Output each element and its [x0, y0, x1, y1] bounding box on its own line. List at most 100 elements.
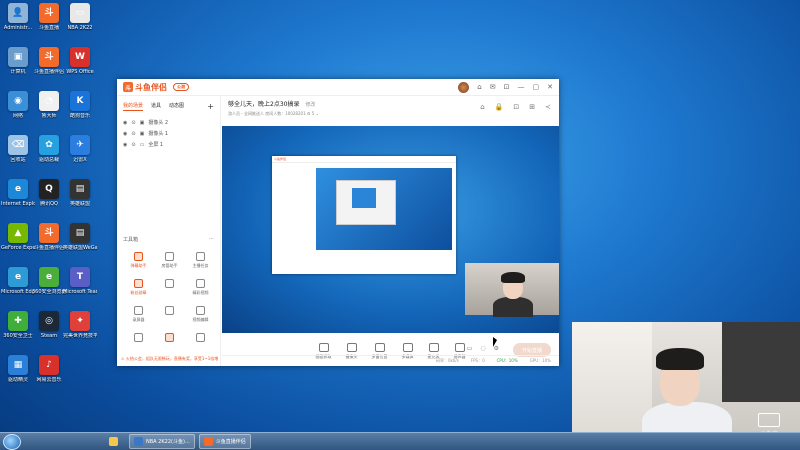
- toolbox-item[interactable]: 弹幕助手: [123, 252, 154, 269]
- app-icon: ⌫: [8, 135, 28, 155]
- desktop-icon-label: Microsoft Edge: [1, 289, 35, 295]
- toolbox-item[interactable]: [154, 279, 185, 296]
- lock-icon[interactable]: ⊙: [131, 131, 135, 137]
- desktop-icon[interactable]: e Microsoft Edge: [1, 267, 35, 295]
- monitor-icon: ▭: [139, 141, 145, 148]
- room-toolbar: ⌂ 🔒 ⊡ ⊞ ≺: [480, 103, 551, 111]
- add-scene-icon[interactable]: +: [207, 102, 214, 111]
- desktop-icon[interactable]: ▤ 英雄联盟: [63, 179, 97, 207]
- toolbox-item[interactable]: 房管助手: [154, 252, 185, 269]
- tab-animations[interactable]: 动态图: [169, 102, 184, 111]
- desktop-icon[interactable]: ▭ NBA 2K22: [63, 3, 97, 31]
- tab-my-scenes[interactable]: 我的场景: [123, 102, 144, 111]
- start-button[interactable]: [3, 433, 21, 450]
- desktop-icon[interactable]: ▣ 计算机: [1, 47, 35, 75]
- desktop-icon[interactable]: ◉ 网络: [1, 91, 35, 119]
- tool-label: 房管助手: [161, 263, 178, 268]
- share-icon[interactable]: ≺: [545, 103, 551, 111]
- home-icon[interactable]: ⌂: [477, 83, 481, 91]
- toolbox-item[interactable]: 视频编辑: [185, 306, 216, 323]
- desktop-icon[interactable]: e Internet Explorer: [1, 179, 35, 207]
- toolbox-item[interactable]: [154, 333, 185, 344]
- taskbar-button[interactable]: NBA 2K22(斗鱼)...: [129, 434, 195, 449]
- taskbar-button[interactable]: 斗鱼直播伴侣: [198, 434, 251, 449]
- eye-icon[interactable]: ◉: [123, 142, 127, 148]
- tool-label: 弹幕助手: [130, 263, 147, 268]
- toolbox-item[interactable]: 粉丝勋章: [123, 279, 154, 296]
- desktop-icon[interactable]: ▤ 英雄联盟WeGame版: [63, 223, 97, 251]
- desktop-icon[interactable]: ◔ 鲁大师: [32, 91, 66, 119]
- settings-icon[interactable]: ⊡: [504, 83, 510, 91]
- desktop-icon-label: 酷狗音乐: [69, 113, 90, 119]
- app-icon: Q: [39, 179, 59, 199]
- toolbox-item[interactable]: [185, 333, 216, 344]
- scene-item[interactable]: ◉ ⊙ ▣ 摄像头 1: [123, 128, 214, 139]
- desktop-icon[interactable]: ✈ 迅雷X: [63, 135, 97, 163]
- edit-title-link[interactable]: 修改: [305, 102, 315, 108]
- desktop-icon[interactable]: W WPS Office: [63, 47, 97, 75]
- grid-icon[interactable]: ⊞: [529, 103, 535, 111]
- app-icon: 斗: [39, 47, 59, 67]
- app-icon: ✚: [8, 311, 28, 331]
- app-icon: e: [8, 179, 28, 199]
- control-icon: [374, 342, 385, 352]
- tool-icon: [134, 252, 143, 261]
- camera-preview-source[interactable]: [465, 263, 559, 317]
- app-titlebar: 斗 斗鱼伴侣 公测 ⌂ ✉ ⊡ — ▢ ✕: [117, 79, 559, 96]
- scene-item[interactable]: ◉ ⊙ ▣ 摄像头 2: [123, 117, 214, 128]
- stream-preview[interactable]: 斗鱼伴侣: [222, 126, 559, 333]
- control-icon: [346, 342, 357, 352]
- notice-text: ⚠ 火热公会，组队无限畅玩，直播有奖，享受1~1倍增: [121, 356, 218, 361]
- mail-icon[interactable]: ✉: [490, 83, 496, 91]
- maximize-icon[interactable]: ▢: [533, 83, 540, 91]
- lock-icon[interactable]: ⊙: [131, 120, 135, 126]
- taskbar-label: 斗鱼直播伴侣: [215, 439, 246, 445]
- desktop-icon-label: 英雄联盟WeGame版: [63, 245, 97, 251]
- desktop-icon[interactable]: ✿ 驱动总裁: [32, 135, 66, 163]
- scene-label: 摄像头 2: [148, 120, 169, 126]
- desktop-icon[interactable]: ✚ 360安全卫士: [1, 311, 35, 339]
- taskbar-button[interactable]: [105, 434, 125, 449]
- desktop-icon[interactable]: 斗斗鱼直播伴侣: [32, 223, 66, 251]
- toolbox-item[interactable]: 录屏器: [123, 306, 154, 323]
- home-icon[interactable]: ⌂: [480, 103, 484, 111]
- desktop-icon-label: Internet Explorer: [1, 201, 35, 207]
- lock-icon[interactable]: 🔒: [495, 103, 504, 111]
- tab-props[interactable]: 道具: [151, 102, 161, 111]
- desktop-icon[interactable]: K 酷狗音乐: [63, 91, 97, 119]
- desktop-icon[interactable]: T Microsoft Teams: [63, 267, 97, 295]
- desktop-icon[interactable]: 斗斗鱼直播伴侣: [32, 47, 66, 75]
- minimize-icon[interactable]: —: [518, 83, 525, 91]
- scene-item[interactable]: ◉ ⊙ ▭ 全屏 1: [123, 139, 214, 150]
- tool-icon: [196, 252, 205, 261]
- eye-icon[interactable]: ◉: [123, 120, 127, 126]
- toolbox-item[interactable]: 精彩视频: [185, 279, 216, 296]
- toolbox-item[interactable]: [154, 306, 185, 323]
- bitrate-status: 码率：0kb/s: [435, 358, 459, 363]
- person-hair: [656, 348, 704, 370]
- mouse-cursor-icon: [493, 337, 497, 347]
- nested-app-window: 斗鱼伴侣: [272, 156, 456, 274]
- desktop-icon[interactable]: ♪ 网易云音乐: [32, 355, 66, 383]
- desktop-icon[interactable]: ◎ Steam: [32, 311, 66, 339]
- desktop-icon[interactable]: e 360安全浏览器: [32, 267, 66, 295]
- desktop-icon[interactable]: ✦ 完美世界竞技平台: [63, 311, 97, 339]
- record-icon[interactable]: ◌: [480, 345, 485, 352]
- camera-icon: ▣: [139, 119, 145, 126]
- desktop-icon[interactable]: 斗斗鱼直播: [32, 3, 66, 31]
- toolbox-item[interactable]: 主播任务: [185, 252, 216, 269]
- screen-icon[interactable]: ⊡: [513, 103, 519, 111]
- layout-icon[interactable]: ▭: [467, 345, 473, 352]
- room-info: 够全儿天，晚上2点30搞录 修改 游人员 - 全网推送人 房间人数：100282…: [222, 96, 559, 120]
- close-icon[interactable]: ✕: [547, 83, 553, 91]
- desktop-icon[interactable]: ⌫ 回收站: [1, 135, 35, 163]
- toolbox-item[interactable]: [123, 333, 154, 344]
- eye-icon[interactable]: ◉: [123, 131, 127, 137]
- avatar[interactable]: [458, 81, 470, 93]
- desktop-icon[interactable]: ▦ 驱动精灵: [1, 355, 35, 383]
- desktop-icon[interactable]: Q 腾讯QQ: [32, 179, 66, 207]
- lock-icon[interactable]: ⊙: [131, 142, 135, 148]
- desktop-icon[interactable]: 👤 Administr...: [1, 3, 35, 31]
- more-icon[interactable]: ⋯: [209, 236, 214, 243]
- desktop-icon[interactable]: ▲ GeForce Experience: [1, 223, 35, 251]
